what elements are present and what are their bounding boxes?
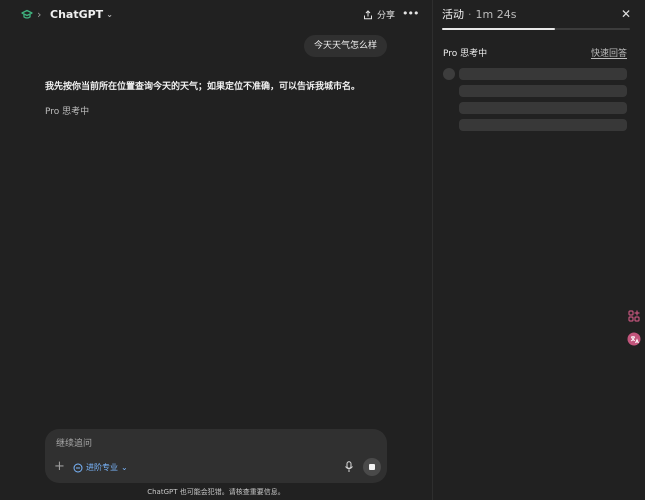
top-bar: › ChatGPT ⌄ 分享 ••• xyxy=(0,0,432,30)
share-label: 分享 xyxy=(377,11,396,21)
skeleton-avatar xyxy=(443,68,455,80)
mode-icon xyxy=(73,463,83,472)
activity-panel: 活动 · 1m 24s ✕ Pro 思考中 快速回答 xyxy=(432,0,645,500)
composer: + 进阶专业 ⌄ xyxy=(45,429,387,483)
chevron-down-icon: ⌄ xyxy=(106,10,113,19)
app-window: › ChatGPT ⌄ 分享 ••• 今天天气怎么样 我先按你当前所在位置查询今… xyxy=(0,0,645,500)
skeleton-line xyxy=(459,119,627,131)
mode-selector[interactable]: 进阶专业 ⌄ xyxy=(73,460,128,475)
plus-icon[interactable]: + xyxy=(54,460,66,474)
share-icon xyxy=(364,9,372,19)
chevron-down-icon: ⌄ xyxy=(121,463,128,472)
close-icon[interactable]: ✕ xyxy=(620,7,632,21)
skeleton-line xyxy=(459,102,627,114)
chat-pane: › ChatGPT ⌄ 分享 ••• 今天天气怎么样 我先按你当前所在位置查询今… xyxy=(0,0,432,500)
skeleton-line xyxy=(459,68,627,80)
separator-dot: · xyxy=(468,8,472,21)
thinking-status[interactable]: Pro 思考中 xyxy=(45,106,89,118)
activity-heading: Pro 思考中 xyxy=(443,49,488,59)
openai-logo-icon[interactable] xyxy=(20,8,34,22)
stop-icon xyxy=(369,464,375,470)
quick-answer-link[interactable]: 快速回答 xyxy=(591,48,627,61)
progress-fill xyxy=(442,28,555,30)
more-icon[interactable]: ••• xyxy=(402,6,419,23)
mic-icon[interactable] xyxy=(344,461,354,473)
user-message: 今天天气怎么样 xyxy=(303,35,387,57)
stop-button[interactable] xyxy=(363,458,381,476)
translate-icon[interactable] xyxy=(627,332,641,346)
follow-up-input[interactable] xyxy=(56,437,356,451)
mode-label: 进阶专业 xyxy=(86,463,118,472)
assistant-message: 我先按你当前所在位置查询今天的天气；如果定位不准确，可以告诉我城市名。 xyxy=(45,82,361,92)
activity-title: 活动 · 1m 24s xyxy=(442,7,516,22)
model-selector[interactable]: ChatGPT ⌄ xyxy=(50,7,113,22)
share-button[interactable]: 分享 xyxy=(363,6,395,23)
model-name: ChatGPT xyxy=(50,8,104,21)
disclaimer: ChatGPT 也可能会犯错。请核查重要信息。 xyxy=(147,488,285,496)
elapsed-time: 1m 24s xyxy=(475,8,517,21)
skeleton-line xyxy=(459,85,627,97)
progress-track xyxy=(442,28,630,30)
extensions-icon[interactable] xyxy=(627,309,641,323)
activity-label: 活动 xyxy=(442,8,464,21)
chevron-right-icon: › xyxy=(37,8,42,21)
